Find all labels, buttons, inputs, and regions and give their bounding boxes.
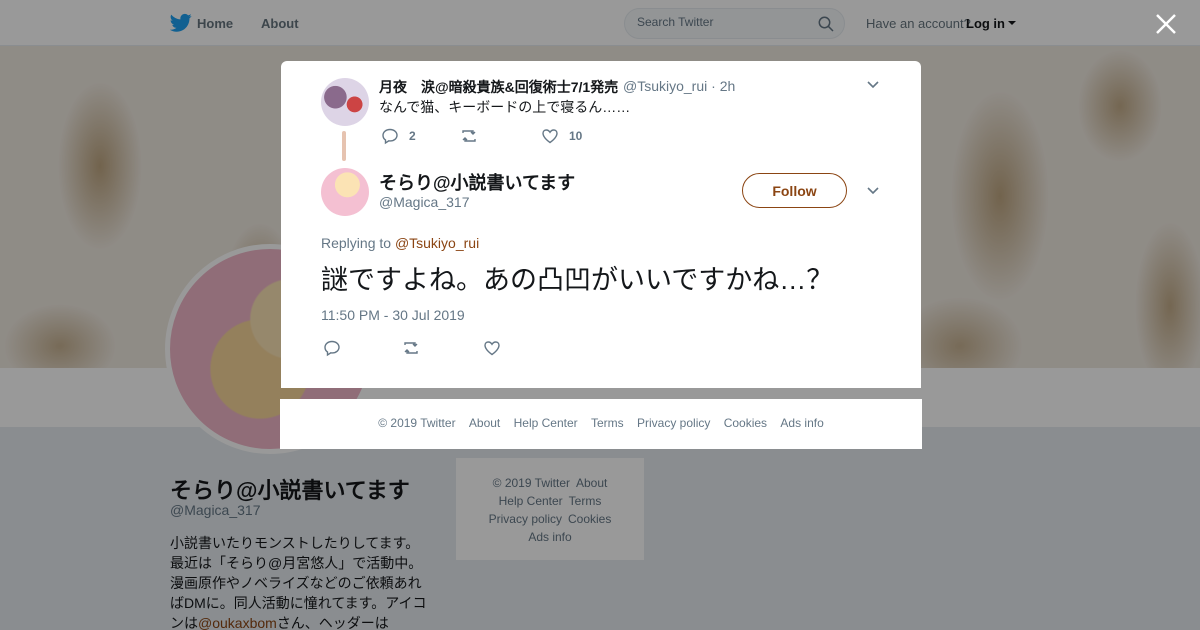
retweet-icon[interactable] <box>460 127 478 145</box>
follow-button[interactable]: Follow <box>742 173 847 208</box>
chevron-down-icon[interactable] <box>867 187 879 195</box>
tweet-text: 謎ですよね。あの凸凹がいいですかね…？ <box>321 265 834 295</box>
tweet-timestamp[interactable]: 11:50 PM - 30 Jul 2019 <box>321 307 465 323</box>
replying-label: Replying to <box>321 235 392 251</box>
replying-to-link[interactable]: @Tsukiyo_rui <box>395 235 479 251</box>
footer-terms-link[interactable]: Terms <box>591 416 624 430</box>
modal-footer: © 2019 Twitter About Help Center Terms P… <box>280 399 922 449</box>
footer-copyright: © 2019 Twitter <box>378 416 456 430</box>
footer-about-link[interactable]: About <box>469 416 500 430</box>
thread-connector <box>342 131 346 161</box>
chevron-down-icon[interactable] <box>867 81 879 89</box>
parent-tweet-author-name[interactable]: 月夜 涙@暗殺貴族&回復術士7/1発売 <box>379 77 618 97</box>
tweet-modal: 月夜 涙@暗殺貴族&回復術士7/1発売 @Tsukiyo_rui · 2h なん… <box>281 61 921 388</box>
like-icon[interactable] <box>483 339 501 357</box>
close-icon[interactable] <box>1154 12 1178 36</box>
tweet-author-avatar[interactable] <box>321 168 369 216</box>
footer-cookies-link[interactable]: Cookies <box>724 416 767 430</box>
replying-to: Replying to @Tsukiyo_rui <box>321 235 479 251</box>
reply-count: 2 <box>409 129 416 143</box>
footer-help-link[interactable]: Help Center <box>514 416 578 430</box>
like-icon[interactable] <box>541 127 559 145</box>
parent-tweet-time[interactable]: · 2h <box>711 78 735 94</box>
parent-tweet-avatar[interactable] <box>321 78 369 126</box>
reply-icon[interactable] <box>381 127 399 145</box>
retweet-icon[interactable] <box>402 339 420 357</box>
like-count: 10 <box>569 129 583 143</box>
tweet-author-handle[interactable]: @Magica_317 <box>379 194 470 210</box>
parent-tweet-handle-text[interactable]: @Tsukiyo_rui <box>623 78 707 94</box>
reply-icon[interactable] <box>323 339 341 357</box>
tweet-author-name[interactable]: そらり@小説書いてます <box>379 169 575 195</box>
parent-tweet-author-handle[interactable]: @Tsukiyo_rui · 2h <box>623 78 735 94</box>
footer-privacy-link[interactable]: Privacy policy <box>637 416 710 430</box>
parent-tweet-text: なんで猫、キーボードの上で寝るん…… <box>379 99 631 115</box>
footer-ads-link[interactable]: Ads info <box>780 416 823 430</box>
